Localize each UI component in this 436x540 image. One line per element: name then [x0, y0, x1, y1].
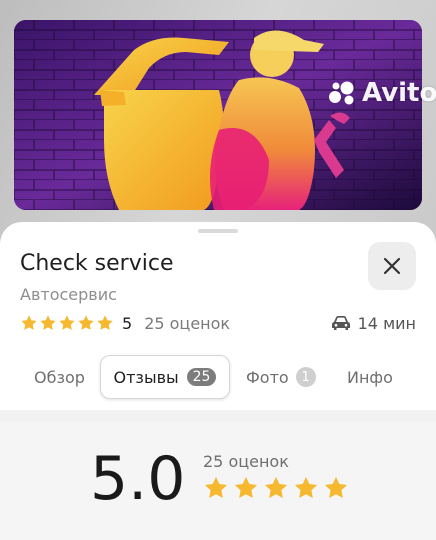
summary-stars	[203, 475, 349, 501]
rating-row[interactable]: 5 25 оценок	[20, 312, 230, 334]
drive-time[interactable]: 14 мин	[331, 312, 416, 334]
tab-reviews-label: Отзывы	[113, 367, 179, 387]
watermark-text: Avito	[362, 78, 436, 108]
star-icon	[78, 315, 94, 330]
close-icon	[383, 257, 401, 275]
place-title: Check service	[20, 251, 174, 276]
place-category[interactable]: Автосервис	[20, 285, 117, 304]
tab-photos[interactable]: Фото 1	[246, 355, 316, 399]
rating-value: 5	[122, 313, 133, 333]
tab-photos-label: Фото	[246, 367, 289, 387]
tab-info[interactable]: Инфо	[347, 355, 393, 399]
section-divider	[0, 410, 436, 422]
close-button[interactable]	[368, 242, 416, 290]
star-icon	[294, 476, 318, 498]
tab-bar: Обзор Отзывы 25 Фото 1 Инфо	[0, 355, 436, 399]
rating-count: 25 оценок	[144, 313, 231, 333]
star-icon	[234, 476, 258, 498]
reviews-count-badge: 25	[186, 368, 217, 386]
average-score: 5.0	[90, 444, 186, 514]
sheet-grabber[interactable]	[198, 229, 238, 233]
rating-summary: 5.0 25 оценок	[0, 422, 436, 540]
star-icon	[40, 315, 56, 330]
tab-info-label: Инфо	[347, 367, 393, 387]
summary-count: 25 оценок	[203, 452, 289, 471]
star-icon	[324, 476, 348, 498]
star-icon	[264, 476, 288, 498]
star-icon	[59, 315, 75, 330]
avito-watermark: Avito	[328, 78, 436, 108]
place-banner-image[interactable]	[14, 20, 422, 210]
place-card-sheet: Check service Автосервис 5 25 оценок 14 …	[0, 222, 436, 540]
tab-reviews[interactable]: Отзывы 25	[100, 355, 230, 399]
photos-count-badge: 1	[295, 367, 316, 387]
tab-overview[interactable]: Обзор	[34, 355, 85, 399]
star-icon	[21, 315, 37, 330]
drive-time-text: 14 мин	[357, 313, 416, 333]
avito-logo-icon	[329, 81, 354, 105]
tab-overview-label: Обзор	[34, 367, 85, 387]
rating-stars	[20, 314, 114, 332]
star-icon	[204, 476, 228, 498]
car-icon	[331, 316, 350, 330]
star-icon	[97, 315, 113, 330]
